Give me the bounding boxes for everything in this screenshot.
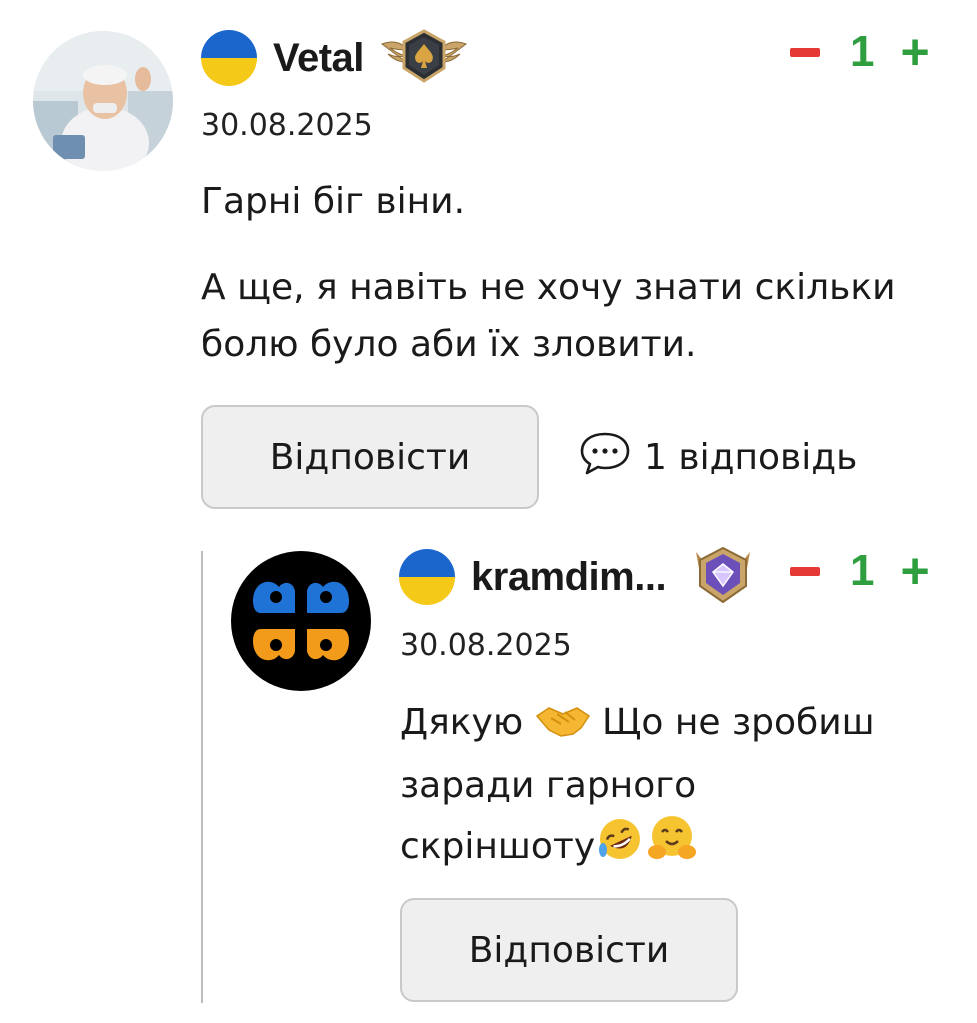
vote-count: 1: [850, 546, 875, 595]
vote-controls: 1 +: [790, 27, 930, 77]
upvote-button[interactable]: +: [900, 546, 929, 596]
comment-header: Vetal: [201, 28, 470, 88]
reply-header: kramdim...: [399, 544, 756, 610]
speech-bubble-icon: [578, 430, 632, 485]
thread-line: [201, 551, 203, 1003]
user-avatar[interactable]: [33, 31, 173, 171]
upvote-button[interactable]: +: [900, 27, 929, 77]
reply-text-segment: скріншоту: [400, 826, 596, 867]
user-avatar[interactable]: [231, 551, 371, 691]
reply-button[interactable]: Відповісти: [400, 898, 738, 1002]
ukraine-flag-icon: [399, 549, 455, 605]
reply-text: Дякую Що не зробиш заради гарного скрінш…: [400, 694, 960, 881]
downvote-button[interactable]: [790, 47, 820, 57]
ukraine-flag-icon: [201, 30, 257, 86]
replies-count: 1 відповідь: [644, 437, 858, 478]
winged-spade-badge-icon[interactable]: [378, 28, 470, 88]
replies-toggle[interactable]: 1 відповідь: [578, 430, 857, 485]
reply-date: 30.08.2025: [400, 628, 572, 663]
vote-count: 1: [850, 27, 875, 76]
reply-text-segment: Що не зробиш: [602, 702, 875, 743]
diamond-shield-badge-icon[interactable]: [690, 544, 756, 610]
hugging-face-emoji-icon: [645, 814, 699, 881]
comments-page: Vetal 1 + 30.08.2025 Гарні біг віни. А щ…: [0, 0, 977, 1023]
username[interactable]: kramdim...: [471, 555, 667, 600]
username[interactable]: Vetal: [273, 36, 364, 81]
comment-paragraph: А ще, я навіть не хочу знати скільки бол…: [201, 267, 896, 365]
handshake-emoji-icon: [535, 700, 591, 757]
reply-button[interactable]: Відповісти: [201, 405, 539, 509]
downvote-button[interactable]: [790, 566, 820, 576]
reply-text-segment: Дякую: [400, 702, 524, 743]
rofl-emoji-icon: [595, 814, 645, 881]
vote-controls: 1 +: [790, 546, 930, 596]
reply-text-segment: заради гарного: [400, 765, 697, 806]
comment-date: 30.08.2025: [201, 108, 373, 143]
comment-paragraph: Гарні біг віни.: [201, 181, 466, 222]
